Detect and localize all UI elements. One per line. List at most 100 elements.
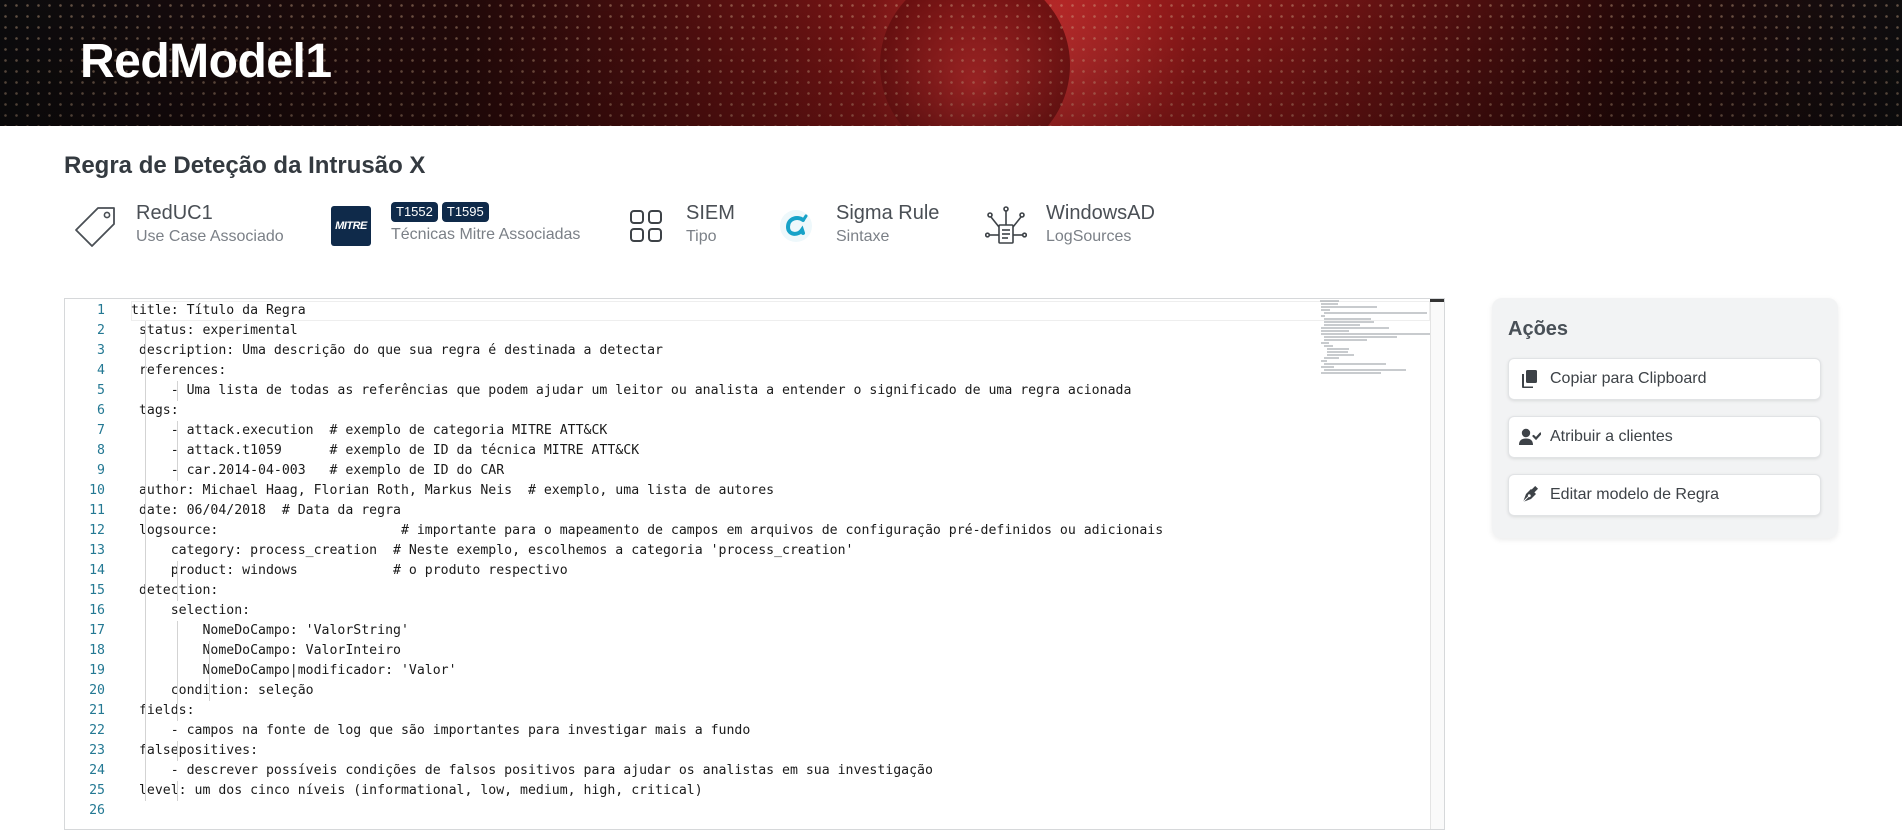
copy-icon <box>1519 369 1541 389</box>
code-text: falsepositives: <box>131 743 259 758</box>
code-line[interactable]: 11 date: 06/04/2018 # Data da regra <box>89 501 1430 521</box>
minimap-line <box>1320 303 1338 305</box>
code-line[interactable]: 14 product: windows # o produto respecti… <box>89 561 1430 581</box>
scrollbar-thumb[interactable] <box>1430 299 1444 302</box>
code-text: - car.2014-04-003 # exemplo de ID do CAR <box>131 463 505 478</box>
assign-clients-button[interactable]: Atribuir a clientes <box>1508 416 1821 458</box>
minimap-line <box>1320 306 1377 308</box>
code-line[interactable]: 1 title: Título da Regra <box>97 301 1430 321</box>
line-number: 11 <box>89 503 105 518</box>
code-line[interactable]: 4 references: <box>97 361 1430 381</box>
code-line[interactable]: 22 - campos na fonte de log que são impo… <box>89 721 1430 741</box>
code-text: logsource: # importante para o mapeament… <box>131 523 1164 538</box>
code-editor[interactable]: 1 title: Título da Regra 2 status: experim… <box>64 298 1445 830</box>
syntax-value: Sigma Rule <box>836 202 940 224</box>
line-number: 20 <box>89 683 105 698</box>
code-line[interactable]: 2 status: experimental <box>97 321 1430 341</box>
line-number: 19 <box>89 663 105 678</box>
actions-panel: Ações Copiar para Clipboard Atribuir a c… <box>1492 298 1838 538</box>
line-number: 1 <box>97 303 105 318</box>
code-line[interactable]: 5 - Uma lista de todas as referências qu… <box>97 381 1430 401</box>
mitre-badge[interactable]: T1595 <box>441 202 489 222</box>
mitre-logo: MITRE <box>329 204 373 248</box>
network-document-icon <box>984 204 1028 248</box>
code-text: description: Uma descrição do que sua re… <box>131 343 663 358</box>
code-line[interactable]: 13 category: process_creation # Neste ex… <box>89 541 1430 561</box>
minimap-line <box>1320 372 1382 374</box>
minimap[interactable] <box>1320 299 1431 374</box>
code-line[interactable]: 12 logsource: # importante para o mapeam… <box>89 521 1430 541</box>
line-number: 8 <box>97 443 105 458</box>
indent-guide <box>177 621 178 721</box>
code-text: category: process_creation # Neste exemp… <box>131 543 854 558</box>
code-line[interactable]: 25 level: um dos cinco níveis (informati… <box>89 781 1430 801</box>
minimap-line <box>1324 345 1333 347</box>
code-line[interactable]: 17 NomeDoCampo: 'ValorString' <box>89 621 1430 641</box>
code-text: level: um dos cinco níveis (informationa… <box>131 783 703 798</box>
minimap-line <box>1320 333 1431 335</box>
code-line[interactable]: 21 fields: <box>89 701 1430 721</box>
code-text: NomeDoCampo: ValorInteiro <box>131 643 401 658</box>
code-line[interactable]: 26 <box>89 801 1430 821</box>
code-text: - campos na fonte de log que são importa… <box>131 723 751 738</box>
code-line[interactable]: 16 selection: <box>89 601 1430 621</box>
code-line[interactable]: 15 detection: <box>89 581 1430 601</box>
app-title: RedModel1 <box>80 35 332 88</box>
minimap-line <box>1324 312 1427 314</box>
line-number: 22 <box>89 723 105 738</box>
minimap-line <box>1324 336 1398 338</box>
grid-icon <box>624 204 668 248</box>
line-number: 9 <box>97 463 105 478</box>
code-line[interactable]: 19 NomeDoCampo|modificador: 'Valor' <box>89 661 1430 681</box>
line-number: 25 <box>89 783 105 798</box>
code-line[interactable]: 8 - attack.t1059 # exemplo de ID da técn… <box>97 441 1430 461</box>
code-text: product: windows # o produto respectivo <box>131 563 568 578</box>
code-line[interactable]: 18 NomeDoCampo: ValorInteiro <box>89 641 1430 661</box>
minimap-line <box>1320 300 1339 302</box>
edit-rule-template-button[interactable]: Editar modelo de Regra <box>1508 474 1821 516</box>
code-line[interactable]: 7 - attack.execution # exemplo de catego… <box>97 421 1430 441</box>
copy-to-clipboard-label: Copiar para Clipboard <box>1550 370 1707 387</box>
type-label: Tipo <box>686 228 717 245</box>
line-number: 6 <box>97 403 105 418</box>
minimap-line <box>1324 357 1340 359</box>
code-text: - Uma lista de todas as referências que … <box>131 383 1132 398</box>
mitre-label: Técnicas Mitre Associadas <box>391 226 581 243</box>
tag-icon <box>74 204 118 248</box>
line-number: 23 <box>89 743 105 758</box>
type-value: SIEM <box>686 202 735 224</box>
line-number: 15 <box>89 583 105 598</box>
indent-guide <box>177 421 178 481</box>
minimap-line <box>1324 321 1375 323</box>
code-line[interactable]: 9 - car.2014-04-003 # exemplo de ID do C… <box>97 461 1430 481</box>
code-line[interactable]: 3 description: Uma descrição do que sua … <box>97 341 1430 361</box>
code-text: condition: seleção <box>131 683 314 698</box>
actions-title: Ações <box>1508 318 1569 340</box>
line-number: 10 <box>89 483 105 498</box>
code-text: fields: <box>131 703 195 718</box>
mitre-badge[interactable]: T1552 <box>391 202 438 222</box>
header-banner: RedModel1 <box>0 0 1902 126</box>
code-area[interactable]: 1 title: Título da Regra 2 status: experim… <box>89 301 1430 821</box>
line-number: 21 <box>89 703 105 718</box>
syntax-label: Sintaxe <box>836 228 890 245</box>
code-line[interactable]: 6 tags: <box>97 401 1430 421</box>
code-line[interactable]: 10 author: Michael Haag, Florian Roth, M… <box>89 481 1430 501</box>
code-line[interactable]: 23 falsepositives: <box>89 741 1430 761</box>
use-case-value: RedUC1 <box>136 202 213 224</box>
line-number: 17 <box>89 623 105 638</box>
user-check-icon <box>1519 427 1541 447</box>
minimap-line <box>1324 369 1406 371</box>
code-line[interactable]: 24 - descrever possíveis condições de fa… <box>89 761 1430 781</box>
vertical-scrollbar[interactable] <box>1430 299 1444 829</box>
indent-guide <box>177 781 178 801</box>
code-text: NomeDoCampo: 'ValorString' <box>131 623 409 638</box>
minimap-line <box>1320 342 1330 344</box>
code-line[interactable]: 20 condition: seleção <box>89 681 1430 701</box>
code-text: NomeDoCampo|modificador: 'Valor' <box>131 663 457 678</box>
line-number: 18 <box>89 643 105 658</box>
code-text: date: 06/04/2018 # Data da regra <box>131 503 401 518</box>
copy-to-clipboard-button[interactable]: Copiar para Clipboard <box>1508 358 1821 400</box>
minimap-line <box>1324 318 1371 320</box>
minimap-line <box>1327 354 1355 356</box>
